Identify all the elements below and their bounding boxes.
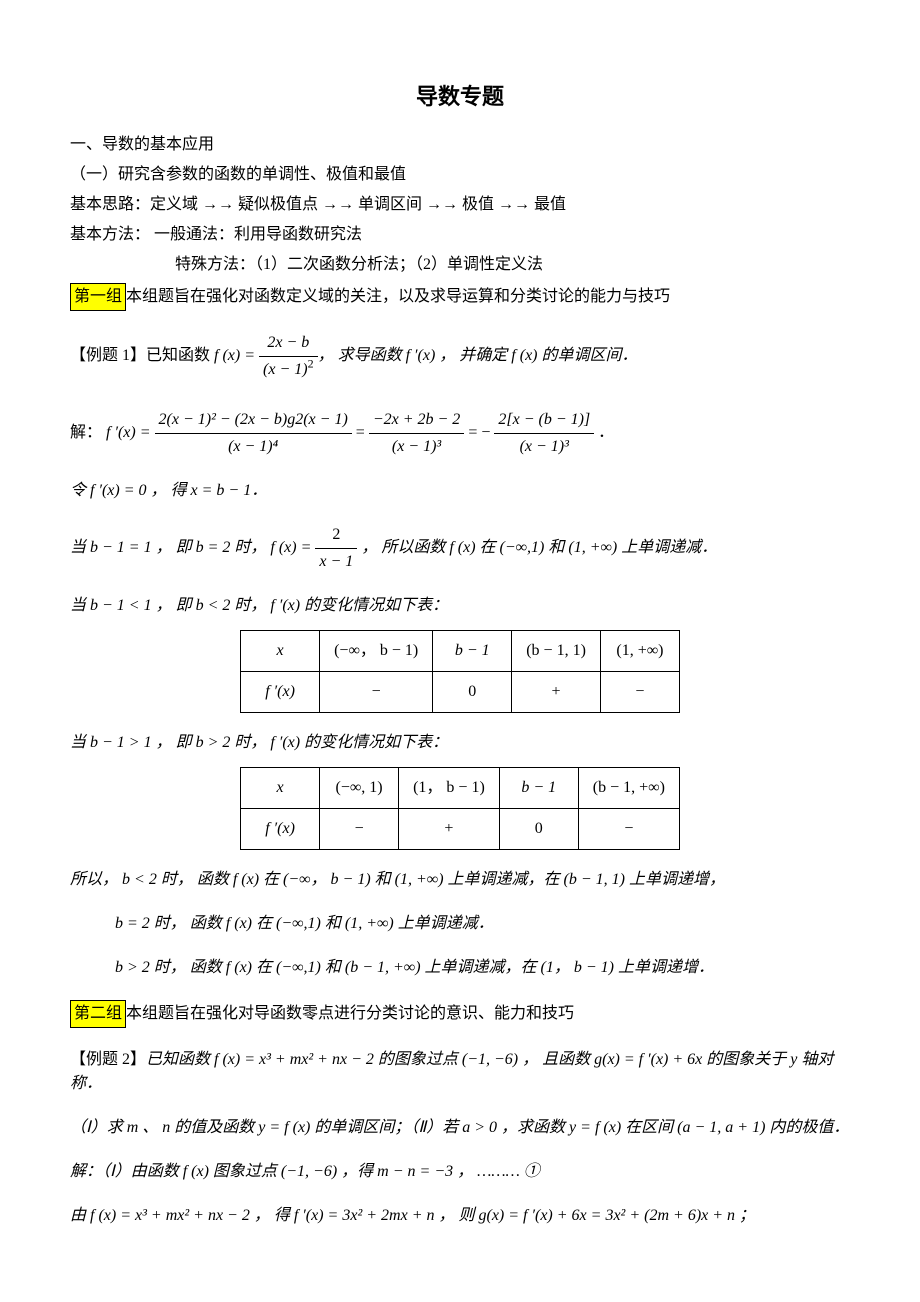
cell: 0 — [433, 672, 512, 713]
case-a: 当 b − 1 = 1 ， 即 b = 2 时， f (x) = 2 x − 1… — [70, 523, 850, 574]
numerator: 2[x − (b − 1)] — [494, 408, 594, 434]
cell: 0 — [499, 809, 578, 850]
text: ， 求导函数 f ′(x) ， 并确定 f (x) 的单调区间． — [318, 347, 638, 364]
math: f (x) = — [214, 347, 259, 364]
solution-label: 解： — [70, 424, 106, 441]
cell: − — [600, 672, 679, 713]
text: 当 b − 1 = 1 ， 即 b = 2 时， — [70, 539, 270, 556]
cell: (b − 1, 1) — [512, 631, 601, 672]
cell: (1, +∞) — [600, 631, 679, 672]
table-row: f ′(x) − + 0 − — [241, 809, 680, 850]
cell: (−∞， b − 1) — [320, 631, 433, 672]
sign-table-2: x (−∞, 1) (1， b − 1) b − 1 (b − 1, +∞) f… — [240, 767, 680, 850]
denominator: (x − 1)³ — [494, 434, 594, 459]
group-line: 第一组本组题旨在强化对函数定义域的关注，以及求导运算和分类讨论的能力与技巧 — [70, 283, 850, 311]
text-line: 基本方法： 一般通法：利用导函数研究法 — [70, 223, 850, 247]
group-2-line: 第二组本组题旨在强化对导函数零点进行分类讨论的意识、能力和技巧 — [70, 1000, 850, 1028]
conclusion-intro: 所以， — [70, 871, 122, 888]
numerator: −2x + 2b − 2 — [369, 408, 465, 434]
group-1-tag: 第一组 — [70, 283, 126, 311]
numerator: 2(x − 1)² − (2x − b)g2(x − 1) — [155, 408, 352, 434]
fraction: 2 x − 1 — [315, 523, 357, 574]
case-b: 当 b − 1 < 1 ， 即 b < 2 时， f ′(x) 的变化情况如下表… — [70, 594, 850, 618]
fraction: 2x − b (x − 1)2 — [259, 331, 318, 382]
denominator: (x − 1)2 — [259, 357, 318, 382]
conclusion-line-1: 所以， b < 2 时， 函数 f (x) 在 (−∞， b − 1) 和 (1… — [70, 868, 850, 892]
table-row: x (−∞, 1) (1， b − 1) b − 1 (b − 1, +∞) — [241, 768, 680, 809]
group-2-tag: 第二组 — [70, 1000, 126, 1028]
cell: (1， b − 1) — [399, 768, 500, 809]
math: f (x) = — [270, 539, 315, 556]
conclusion-b-gt2: b > 2 时， 函数 f (x) 在 (−∞,1) 和 (b − 1, +∞)… — [70, 956, 850, 980]
fraction-3: 2[x − (b − 1)] (x − 1)³ — [494, 408, 594, 459]
cell: (−∞, 1) — [320, 768, 399, 809]
sign-table-1: x (−∞， b − 1) b − 1 (b − 1, 1) (1, +∞) f… — [240, 630, 680, 713]
solution-derivative: 解： f ′(x) = 2(x − 1)² − (2x − b)g2(x − 1… — [70, 408, 850, 459]
cell: f ′(x) — [241, 809, 320, 850]
subsection-heading: （一）研究含参数的函数的单调性、极值和最值 — [70, 163, 850, 187]
page-title: 导数专题 — [70, 80, 850, 113]
cell: + — [512, 672, 601, 713]
table-row: x (−∞， b − 1) b − 1 (b − 1, 1) (1, +∞) — [241, 631, 680, 672]
solution-2-line-2: 由 f (x) = x³ + mx² + nx − 2 ， 得 f ′(x) =… — [70, 1204, 850, 1228]
let-line: 令 f ′(x) = 0 ， 得 x = b − 1． — [70, 479, 850, 503]
text: ， 所以函数 f (x) 在 (−∞,1) 和 (1, +∞) 上单调递减． — [361, 539, 717, 556]
cell: − — [578, 809, 679, 850]
cell: b − 1 — [499, 768, 578, 809]
table-row: f ′(x) − 0 + − — [241, 672, 680, 713]
conclusion-b-eq2: b = 2 时， 函数 f (x) 在 (−∞,1) 和 (1, +∞) 上单调… — [70, 912, 850, 936]
solution-2-line-1: 解：（Ⅰ）由函数 f (x) 图象过点 (−1, −6) ，得 m − n = … — [70, 1160, 850, 1184]
numerator: 2 — [315, 523, 357, 549]
cell: x — [241, 631, 320, 672]
text-line: 特殊方法：（1）二次函数分析法；（2）单调性定义法 — [70, 253, 850, 277]
example-2-parts: （Ⅰ）求 m 、 n 的值及函数 y = f (x) 的单调区间；（Ⅱ）若 a … — [70, 1116, 850, 1140]
fraction-2: −2x + 2b − 2 (x − 1)³ — [369, 408, 465, 459]
cell: x — [241, 768, 320, 809]
numerator: 2x − b — [259, 331, 318, 357]
example-label: 【例题 1】 — [70, 347, 146, 364]
text-line: 基本思路：定义域 →→ 疑似极值点 →→ 单调区间 →→ 极值 →→ 最值 — [70, 193, 850, 217]
cell: − — [320, 809, 399, 850]
denominator: x − 1 — [315, 549, 357, 574]
example-1: 【例题 1】已知函数 f (x) = 2x − b (x − 1)2 ， 求导函… — [70, 331, 850, 382]
case-c: 当 b − 1 > 1 ， 即 b > 2 时， f ′(x) 的变化情况如下表… — [70, 731, 850, 755]
cell: − — [320, 672, 433, 713]
text: 已知函数 — [146, 347, 214, 364]
section-heading: 一、导数的基本应用 — [70, 133, 850, 157]
cell: + — [399, 809, 500, 850]
conclusion-b-lt2: b < 2 时， 函数 f (x) 在 (−∞， b − 1) 和 (1, +∞… — [122, 871, 725, 888]
cell: f ′(x) — [241, 672, 320, 713]
cell: b − 1 — [433, 631, 512, 672]
denominator: (x − 1)³ — [369, 434, 465, 459]
text: 已知函数 f (x) = x³ + mx² + nx − 2 的图象过点 (−1… — [70, 1051, 833, 1092]
cell: (b − 1, +∞) — [578, 768, 679, 809]
example-label: 【例题 2】 — [70, 1051, 146, 1068]
lhs: f ′(x) = — [106, 424, 155, 441]
group-1-text: 本组题旨在强化对函数定义域的关注，以及求导运算和分类讨论的能力与技巧 — [126, 288, 670, 305]
example-2: 【例题 2】已知函数 f (x) = x³ + mx² + nx − 2 的图象… — [70, 1048, 850, 1096]
group-2-text: 本组题旨在强化对导函数零点进行分类讨论的意识、能力和技巧 — [126, 1005, 574, 1022]
denominator: (x − 1)⁴ — [155, 434, 352, 459]
fraction-1: 2(x − 1)² − (2x − b)g2(x − 1) (x − 1)⁴ — [155, 408, 352, 459]
